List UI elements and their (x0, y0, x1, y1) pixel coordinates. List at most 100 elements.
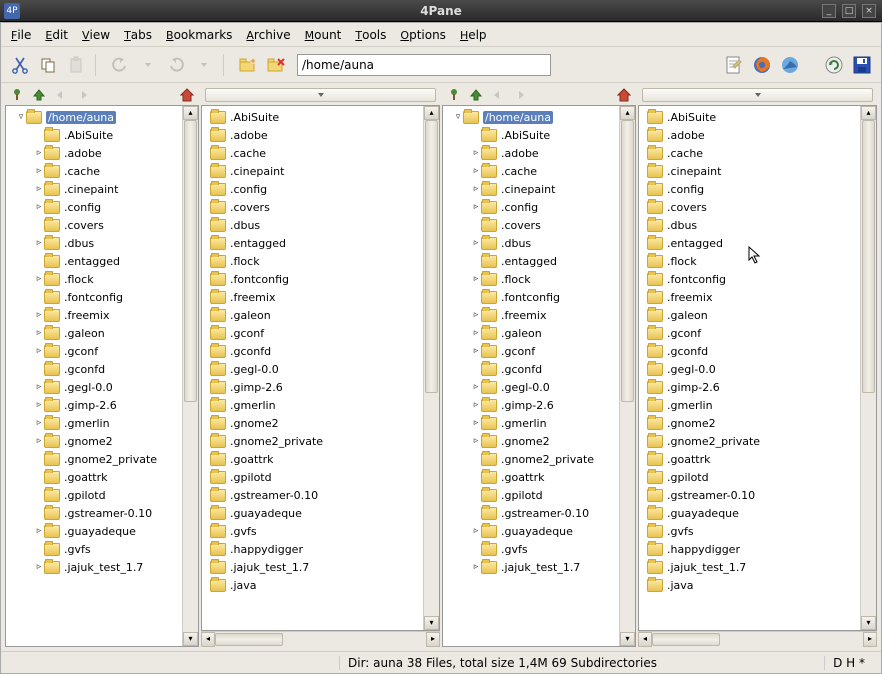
tree-item[interactable]: ▹.galeon (6, 324, 182, 342)
scrollbar-vertical[interactable]: ▴▾ (423, 106, 439, 630)
tree-item[interactable]: ▹.jajuk_test_1.7 (443, 558, 619, 576)
path-field[interactable] (302, 58, 546, 72)
minimize-button[interactable]: _ (822, 4, 836, 18)
list-item[interactable]: .happydigger (202, 540, 423, 558)
list-item[interactable]: .gconfd (639, 342, 860, 360)
up-icon[interactable] (468, 87, 484, 103)
list-item[interactable]: .gvfs (639, 522, 860, 540)
list-item[interactable]: .fontconfig (639, 270, 860, 288)
list-item[interactable]: .gmerlin (202, 396, 423, 414)
list-item[interactable]: .freemix (639, 288, 860, 306)
list-item[interactable]: .covers (639, 198, 860, 216)
tree-item[interactable]: ▹.gimp-2.6 (6, 396, 182, 414)
tree-item[interactable]: ▹.guayadeque (443, 522, 619, 540)
back-icon[interactable] (53, 87, 69, 103)
list-item[interactable]: .adobe (639, 126, 860, 144)
menu-mount[interactable]: Mount (299, 26, 348, 44)
tree-item[interactable]: .gpilotd (6, 486, 182, 504)
tree-item[interactable]: ▹.cinepaint (443, 180, 619, 198)
back-icon[interactable] (490, 87, 506, 103)
list-item[interactable]: .adobe (202, 126, 423, 144)
tree-item[interactable]: ▹.dbus (6, 234, 182, 252)
tree-item[interactable]: .goattrk (443, 468, 619, 486)
menu-tools[interactable]: Tools (349, 26, 392, 44)
tree-item[interactable]: .covers (6, 216, 182, 234)
cut-icon[interactable] (7, 52, 33, 78)
list-item[interactable]: .gvfs (202, 522, 423, 540)
tree-item[interactable]: .gstreamer-0.10 (6, 504, 182, 522)
tree-item[interactable]: ▹.config (443, 198, 619, 216)
list-item[interactable]: .java (639, 576, 860, 594)
tree-item[interactable]: ▹.gconf (6, 342, 182, 360)
forward-icon[interactable] (512, 87, 528, 103)
tree-item[interactable]: .goattrk (6, 468, 182, 486)
close-button[interactable]: × (862, 4, 876, 18)
tree-item[interactable]: ▹.jajuk_test_1.7 (6, 558, 182, 576)
tree-item[interactable]: ▹.guayadeque (6, 522, 182, 540)
tree-item[interactable]: .gconfd (443, 360, 619, 378)
scrollbar-horizontal[interactable]: ◂▸ (201, 631, 440, 647)
home-icon[interactable] (179, 87, 195, 103)
menu-edit[interactable]: Edit (39, 26, 74, 44)
save-icon[interactable] (849, 52, 875, 78)
list-item[interactable]: .goattrk (639, 450, 860, 468)
tree-item[interactable]: .fontconfig (443, 288, 619, 306)
list-item[interactable]: .java (202, 576, 423, 594)
tree-item[interactable]: ▹.gimp-2.6 (443, 396, 619, 414)
tree-item[interactable]: .gnome2_private (443, 450, 619, 468)
editor-icon[interactable] (721, 52, 747, 78)
redo-dropdown-icon[interactable] (191, 52, 217, 78)
list-item[interactable]: .cache (639, 144, 860, 162)
column-sort-button[interactable] (205, 88, 436, 102)
list-item[interactable]: .galeon (639, 306, 860, 324)
list-item[interactable]: .gmerlin (639, 396, 860, 414)
list-item[interactable]: .entagged (202, 234, 423, 252)
list-item[interactable]: .AbiSuite (639, 108, 860, 126)
tree-item[interactable]: ▹.freemix (443, 306, 619, 324)
list-item[interactable]: .config (639, 180, 860, 198)
tree-item[interactable]: .entagged (443, 252, 619, 270)
tree-item[interactable]: .gpilotd (443, 486, 619, 504)
list-item[interactable]: .flock (202, 252, 423, 270)
firefox-icon[interactable] (749, 52, 775, 78)
list-item[interactable]: .dbus (639, 216, 860, 234)
list-item[interactable]: .gegl-0.0 (202, 360, 423, 378)
list-item[interactable]: .jajuk_test_1.7 (639, 558, 860, 576)
tree-item[interactable]: ▹.gnome2 (443, 432, 619, 450)
tree-item[interactable]: ▹.adobe (6, 144, 182, 162)
tree-item[interactable]: .fontconfig (6, 288, 182, 306)
tree-root[interactable]: ▿/home/auna (443, 108, 619, 126)
tree-item[interactable]: ▹.dbus (443, 234, 619, 252)
delete-folder-icon[interactable] (263, 52, 289, 78)
tree-item[interactable]: ▹.flock (443, 270, 619, 288)
paste-icon[interactable] (63, 52, 89, 78)
forward-icon[interactable] (75, 87, 91, 103)
menu-help[interactable]: Help (454, 26, 493, 44)
tree-icon[interactable] (446, 87, 462, 103)
copy-icon[interactable] (35, 52, 61, 78)
list-item[interactable]: .flock (639, 252, 860, 270)
menu-options[interactable]: Options (394, 26, 452, 44)
list-item[interactable]: .gnome2 (639, 414, 860, 432)
iceweasel-icon[interactable] (777, 52, 803, 78)
tree-item[interactable]: ▹.config (6, 198, 182, 216)
tree-item[interactable]: ▹.gmerlin (6, 414, 182, 432)
menu-view[interactable]: View (76, 26, 116, 44)
list-item[interactable]: .cinepaint (639, 162, 860, 180)
list-item[interactable]: .AbiSuite (202, 108, 423, 126)
list-item[interactable]: .gpilotd (202, 468, 423, 486)
tree-item[interactable]: .gnome2_private (6, 450, 182, 468)
tree-item[interactable]: ▹.gegl-0.0 (6, 378, 182, 396)
right-file-list[interactable]: .AbiSuite.adobe.cache.cinepaint.config.c… (639, 106, 860, 630)
scrollbar-vertical[interactable]: ▴▾ (182, 106, 198, 646)
tree-item[interactable]: .entagged (6, 252, 182, 270)
tree-item[interactable]: ▹.cinepaint (6, 180, 182, 198)
list-item[interactable]: .freemix (202, 288, 423, 306)
list-item[interactable]: .gstreamer-0.10 (639, 486, 860, 504)
list-item[interactable]: .gegl-0.0 (639, 360, 860, 378)
right-tree-list[interactable]: ▿/home/auna.AbiSuite▹.adobe▹.cache▹.cine… (443, 106, 619, 646)
menu-archive[interactable]: Archive (240, 26, 296, 44)
tree-item[interactable]: ▹.cache (443, 162, 619, 180)
list-item[interactable]: .galeon (202, 306, 423, 324)
list-item[interactable]: .gpilotd (639, 468, 860, 486)
